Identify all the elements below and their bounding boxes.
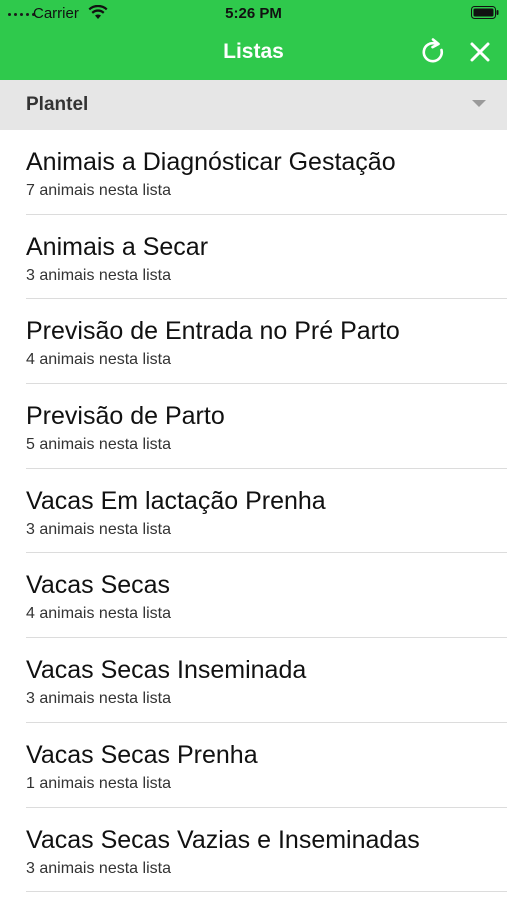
list-item-count: 3 animais nesta lista xyxy=(26,690,171,708)
list-item-title: Vacas Secas Vazias e Inseminadas xyxy=(26,825,420,854)
list-item-count: 4 animais nesta lista xyxy=(26,351,171,369)
list-item-title: Vacas Secas Inseminada xyxy=(26,656,307,685)
list-item-count: 3 animais nesta lista xyxy=(26,859,171,877)
list-item-count: 5 animais nesta lista xyxy=(26,436,171,454)
filter-dropdown[interactable]: Plantel xyxy=(0,80,507,130)
list-item-title: Animais a Diagnósticar Gestação xyxy=(26,148,396,176)
list-item[interactable]: Previsão de Entrada no Pré Parto 4 anima… xyxy=(0,299,507,385)
list-item-count: 3 animais nesta lista xyxy=(26,520,171,538)
list-item-title: Animais a Secar xyxy=(26,232,209,261)
refresh-icon[interactable] xyxy=(417,36,449,68)
list-item-count: 4 animais nesta lista xyxy=(26,605,171,623)
list-item[interactable]: Vacas Em lactação Prenha 3 animais nesta… xyxy=(0,469,507,554)
list-item[interactable]: Vacas Secas Inseminada 3 animais nesta l… xyxy=(0,638,507,723)
list-item-title: Vacas Secas xyxy=(26,571,171,600)
list-item[interactable]: Previsão de Parto 5 animais nesta lista xyxy=(0,384,507,469)
battery-icon xyxy=(471,6,499,19)
list-item[interactable]: Vacas Secas Prenha 1 animais nesta lista xyxy=(0,723,507,808)
status-bar: Carrier 5:26 PM xyxy=(0,0,507,26)
list-item-count: 3 animais nesta lista xyxy=(26,266,171,284)
clock: 5:26 PM xyxy=(225,5,282,22)
list-item-title: Previsão de Parto xyxy=(26,402,225,431)
list-item[interactable]: Vacas Secas 4 animais nesta lista xyxy=(0,553,507,639)
list-item-count: 7 animais nesta lista xyxy=(26,182,171,199)
list-item[interactable]: Animais a Secar 3 animais nesta lista xyxy=(0,215,507,300)
lists-list: Animais a Diagnósticar Gestação 7 animai… xyxy=(0,130,507,893)
filter-selected-value: Plantel xyxy=(26,94,89,115)
list-item-title: Previsão de Entrada no Pré Parto xyxy=(26,317,400,346)
nav-bar: Carrier 5:26 PM Listas xyxy=(0,0,507,80)
list-item[interactable]: Animais a Diagnósticar Gestação 7 animai… xyxy=(0,130,507,215)
close-icon[interactable] xyxy=(465,37,495,67)
list-item[interactable]: Vacas Secas Vazias e Inseminadas 3 anima… xyxy=(0,808,507,893)
list-item-title: Vacas Em lactação Prenha xyxy=(26,486,326,515)
chevron-down-icon[interactable] xyxy=(472,100,486,107)
list-item-count: 1 animais nesta lista xyxy=(26,774,171,792)
list-item-title: Vacas Secas Prenha xyxy=(26,740,258,769)
divider xyxy=(26,891,507,893)
